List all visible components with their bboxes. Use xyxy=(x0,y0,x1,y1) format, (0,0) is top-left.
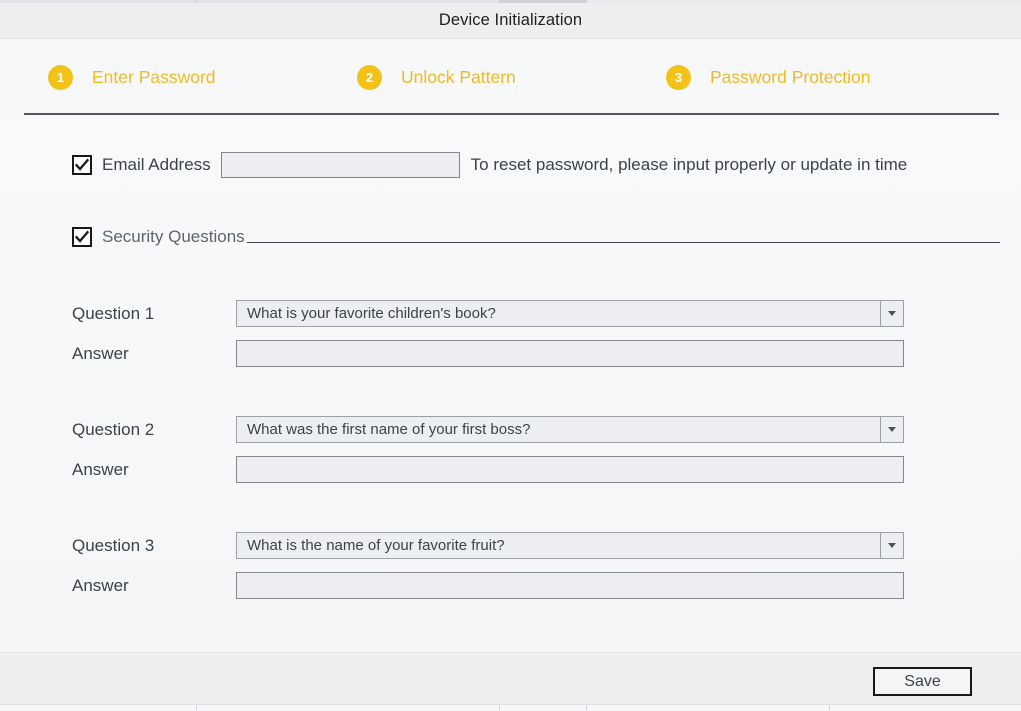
question-select-value-2: What was the first name of your first bo… xyxy=(247,421,531,438)
check-icon xyxy=(75,230,89,243)
question-select-2[interactable]: What was the first name of your first bo… xyxy=(236,416,904,443)
step-number-badge-2: 2 xyxy=(357,64,382,90)
email-address-label: Email Address xyxy=(102,155,211,174)
question-label-2: Question 2 xyxy=(72,419,155,439)
question-label-1: Question 1 xyxy=(72,303,155,323)
answer-row-1: Answer xyxy=(72,340,904,367)
step-label-3: Password Protection xyxy=(710,66,871,87)
security-questions-checkbox[interactable] xyxy=(72,227,92,247)
email-reset-hint: To reset password, please input properly… xyxy=(470,155,908,174)
dialog-title: Device Initialization xyxy=(438,11,583,29)
answer-label-2: Answer xyxy=(72,459,129,479)
security-questions-separator xyxy=(246,242,1000,243)
check-icon xyxy=(75,158,89,171)
security-questions-row: Security Questions xyxy=(72,227,1000,247)
question-label-3: Question 3 xyxy=(72,535,155,555)
chevron-down-icon[interactable] xyxy=(880,417,903,442)
wizard-step-password-protection[interactable]: 3 Password Protection xyxy=(666,40,871,114)
dialog-body: Email Address To reset password, please … xyxy=(0,115,1021,652)
question-select-3[interactable]: What is the name of your favorite fruit? xyxy=(236,532,904,559)
step-label-2: Unlock Pattern xyxy=(401,66,516,87)
dialog-footer: Save xyxy=(0,652,1021,704)
wizard-step-enter-password[interactable]: 1 Enter Password xyxy=(48,40,216,114)
answer-label-3: Answer xyxy=(72,575,129,595)
answer-row-2: Answer xyxy=(72,456,904,483)
bottom-chrome-sliver xyxy=(0,704,1021,711)
step-number-badge-3: 3 xyxy=(666,64,691,90)
step-number-badge-1: 1 xyxy=(48,64,73,90)
email-address-checkbox[interactable] xyxy=(72,155,92,175)
answer-input-2[interactable] xyxy=(236,456,904,483)
save-button[interactable]: Save xyxy=(873,667,972,696)
email-address-input[interactable] xyxy=(220,152,460,178)
step-label-1: Enter Password xyxy=(92,66,216,87)
question-select-value-3: What is the name of your favorite fruit? xyxy=(247,537,505,554)
wizard-steps: 1 Enter Password 2 Unlock Pattern 3 Pass… xyxy=(0,40,1021,114)
wizard-step-unlock-pattern[interactable]: 2 Unlock Pattern xyxy=(357,40,516,114)
question-select-value-1: What is your favorite children's book? xyxy=(247,305,496,322)
chevron-down-icon[interactable] xyxy=(880,301,903,326)
security-questions-label: Security Questions xyxy=(102,227,245,246)
answer-input-3[interactable] xyxy=(236,572,904,599)
question-row-3: Question 3 What is the name of your favo… xyxy=(72,532,904,559)
question-row-1: Question 1 What is your favorite childre… xyxy=(72,300,904,327)
email-address-row: Email Address To reset password, please … xyxy=(72,152,907,178)
answer-input-1[interactable] xyxy=(236,340,904,367)
answer-row-3: Answer xyxy=(72,572,904,599)
dialog-titlebar: Device Initialization xyxy=(0,3,1021,39)
chevron-down-icon[interactable] xyxy=(880,533,903,558)
answer-label-1: Answer xyxy=(72,343,129,363)
question-select-1[interactable]: What is your favorite children's book? xyxy=(236,300,904,327)
question-row-2: Question 2 What was the first name of yo… xyxy=(72,416,904,443)
